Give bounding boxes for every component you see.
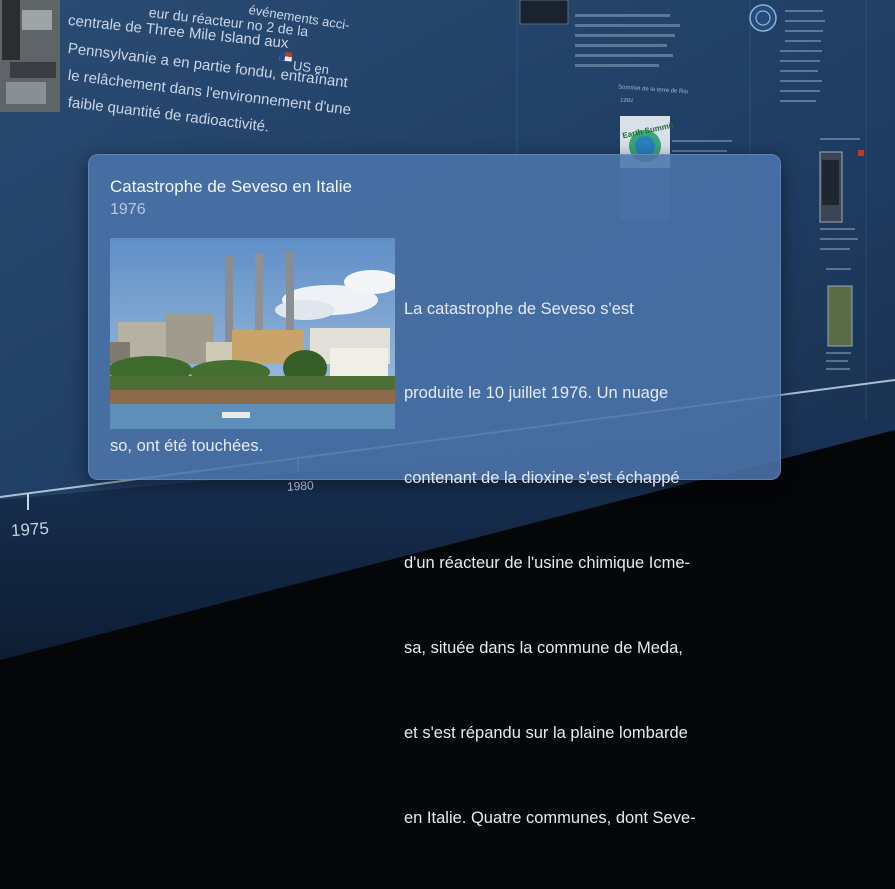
axis-label-1980: 1980 (286, 478, 315, 494)
us-flag-icon (279, 51, 293, 62)
summit-year: 1992 (620, 98, 634, 104)
card-text-line: produite le 10 juillet 1976. Un nuage (404, 384, 669, 403)
card-year: 1976 (110, 201, 146, 218)
card-text-line: La catastrophe de Seveso s'est (404, 299, 634, 318)
axis-label-1975: 1975 (10, 518, 50, 541)
card-text-line: d'un réacteur de l'usine chimique Icme- (404, 554, 691, 573)
card-text-line: et s'est répandu sur la plaine lombarde (404, 724, 688, 743)
card-text-line: so, ont été touchées. (110, 437, 264, 455)
card-text-line: en Italie. Quatre communes, dont Seve- (404, 808, 696, 827)
card-text-line: sa, située dans la commune de Meda, (404, 639, 683, 658)
card-title: Catastrophe de Seveso en Italie (110, 177, 352, 196)
card-description: La catastrophe de Seveso s'est produite … (404, 238, 764, 889)
card-text-line: contenant de la dioxine s'est échappé (404, 469, 680, 488)
event-popup-card[interactable]: Catastrophe de Seveso en Italie 1976 La … (88, 154, 781, 827)
seveso-plant-photo (110, 238, 395, 429)
